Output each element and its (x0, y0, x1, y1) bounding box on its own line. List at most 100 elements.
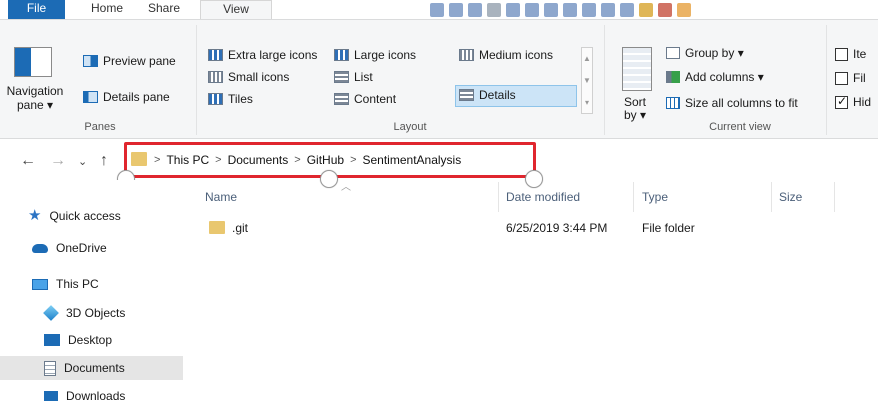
toolbar-icon[interactable] (601, 2, 615, 17)
sort-by-button[interactable]: Sort by ▾ (620, 96, 650, 122)
layout-large-icons[interactable]: Large icons (334, 48, 416, 62)
toolbar-icon[interactable] (506, 2, 520, 17)
tab-home[interactable]: Home (82, 0, 132, 19)
nav-item-quick-access[interactable]: ★ Quick access (28, 204, 121, 228)
group-by-icon (666, 47, 680, 59)
back-arrow-icon[interactable]: ← (20, 152, 36, 170)
nav-item-documents[interactable]: Documents (0, 356, 183, 380)
toolbar-icon[interactable] (525, 2, 539, 17)
ribbon-tab-bar: File Home Share View (0, 0, 878, 19)
divider[interactable] (771, 182, 772, 212)
cube-icon (43, 305, 59, 321)
toolbar-icon[interactable] (563, 2, 577, 17)
toolbar-icon[interactable] (658, 2, 672, 17)
item-checkboxes-label: Ite (853, 47, 867, 61)
layout-small-icons[interactable]: Small icons (208, 70, 289, 84)
toolbar-icon[interactable] (449, 2, 463, 17)
column-header-date-modified[interactable]: Date modified (506, 190, 580, 204)
nav-item-desktop[interactable]: Desktop (44, 328, 112, 352)
file-date-modified: 6/25/2019 3:44 PM (506, 221, 608, 235)
layout-scrollbar[interactable]: ▲ ▼ ▾ (581, 47, 593, 114)
toolbar-icon[interactable] (468, 2, 482, 17)
toolbar-icon[interactable] (544, 2, 558, 17)
extra-large-icons-icon (208, 49, 223, 61)
resize-handle[interactable] (320, 170, 338, 188)
hidden-items-option[interactable]: Hid (835, 94, 872, 109)
size-all-columns-button[interactable]: Size all columns to fit (666, 96, 798, 110)
nav-item-this-pc[interactable]: This PC (32, 272, 99, 296)
tab-share[interactable]: Share (140, 0, 188, 19)
divider[interactable] (498, 182, 499, 212)
recent-locations-chevron-icon[interactable]: ⌄ (78, 155, 87, 168)
up-arrow-icon[interactable]: ↑ (100, 152, 108, 170)
nav-item-downloads[interactable]: Downloads (44, 384, 125, 403)
navigation-pane: ★ Quick access OneDrive This PC 3D Objec… (0, 180, 183, 403)
hidden-items-label: Hid (853, 95, 872, 109)
documents-icon (44, 360, 56, 376)
toolbar-icon[interactable] (430, 2, 444, 17)
file-extensions-checkbox[interactable] (835, 71, 848, 85)
tab-file[interactable]: File (8, 0, 65, 19)
item-checkboxes-checkbox[interactable] (835, 47, 848, 61)
star-icon: ★ (28, 207, 42, 224)
toolbar-icon[interactable] (487, 2, 501, 17)
content-icon (334, 93, 349, 105)
size-columns-icon (666, 97, 680, 109)
layout-tiles[interactable]: Tiles (208, 92, 253, 106)
medium-icons-label: Medium icons (479, 48, 554, 62)
file-type: File folder (642, 221, 695, 235)
desktop-icon (44, 334, 60, 346)
downloads-icon (44, 391, 58, 401)
sort-caret-icon: ︿ (341, 182, 351, 193)
folder-icon (209, 221, 225, 234)
details-pane-icon (83, 91, 98, 103)
nav-item-onedrive[interactable]: OneDrive (32, 236, 107, 260)
divider (196, 25, 197, 135)
panes-group-label: Panes (84, 121, 116, 133)
details-pane-button[interactable]: Details pane (83, 90, 170, 104)
group-by-button[interactable]: Group by ▾ (666, 46, 744, 60)
layout-list[interactable]: List (334, 70, 373, 84)
list-label: List (354, 70, 373, 84)
file-extensions-label: Fil (853, 71, 866, 85)
add-columns-label: Add columns ▾ (685, 70, 764, 84)
layout-content[interactable]: Content (334, 92, 396, 106)
scroll-down-icon[interactable]: ▼ (582, 70, 592, 92)
nav-item-label: Desktop (68, 333, 113, 347)
nav-item-3d-objects[interactable]: 3D Objects (43, 301, 125, 325)
tab-view[interactable]: View (200, 0, 272, 19)
layout-medium-icons[interactable]: Medium icons (459, 48, 553, 62)
sort-by-icon[interactable] (622, 47, 652, 91)
scroll-up-icon[interactable]: ▲ (582, 48, 592, 70)
medium-icons-icon (459, 49, 474, 61)
more-layouts-icon[interactable]: ▾ (582, 92, 592, 114)
divider[interactable] (834, 182, 835, 212)
nav-item-label: Documents (64, 361, 125, 375)
layout-details[interactable]: Details (459, 88, 516, 102)
toolbar-icon[interactable] (582, 2, 596, 17)
forward-arrow-icon[interactable]: → (50, 152, 66, 170)
large-icons-label: Large icons (354, 48, 417, 62)
add-columns-button[interactable]: Add columns ▾ (666, 70, 764, 84)
toolbar-icon[interactable] (639, 2, 653, 17)
toolbar-icon[interactable] (620, 2, 634, 17)
current-view-group-label: Current view (709, 121, 771, 133)
extra-large-icons-label: Extra large icons (228, 48, 318, 62)
layout-extra-large-icons[interactable]: Extra large icons (208, 48, 317, 62)
resize-handle[interactable] (525, 170, 543, 188)
toolbar-icon[interactable] (677, 2, 691, 17)
column-header-type[interactable]: Type (642, 190, 668, 204)
list-icon (334, 71, 349, 83)
table-row[interactable]: .git 6/25/2019 3:44 PM File folder (200, 217, 840, 241)
column-header-name[interactable]: Name (205, 190, 237, 204)
navigation-pane-icon[interactable] (14, 47, 52, 77)
file-extensions-option[interactable]: Fil (835, 71, 866, 85)
file-name: .git (232, 221, 249, 235)
preview-pane-button[interactable]: Preview pane (83, 54, 176, 68)
divider[interactable] (633, 182, 634, 212)
column-header-size[interactable]: Size (779, 190, 802, 204)
navigation-pane-button[interactable]: Navigation pane ▾ (4, 84, 66, 112)
hidden-items-checkbox[interactable] (835, 94, 848, 109)
item-checkboxes-option[interactable]: Ite (835, 47, 866, 61)
size-all-columns-label: Size all columns to fit (685, 96, 798, 110)
